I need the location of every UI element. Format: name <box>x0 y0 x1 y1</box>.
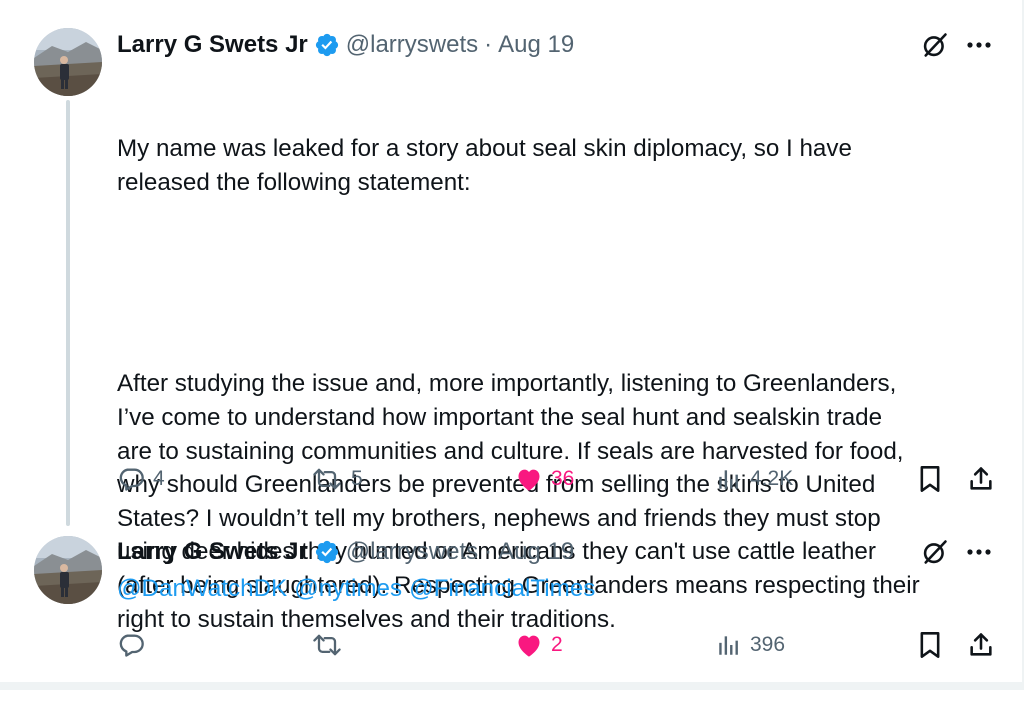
reply-button[interactable] <box>117 628 153 662</box>
tweet-header: Larry G Swets Jr @larryswets · Aug 19 <box>117 536 574 568</box>
views-button[interactable]: 4.2K <box>716 462 793 496</box>
views-icon <box>719 636 738 655</box>
verified-badge-icon[interactable] <box>314 32 340 58</box>
heart-icon <box>518 469 540 491</box>
repost-button[interactable]: 5 <box>311 462 363 496</box>
views-count: 4.2K <box>750 467 794 490</box>
like-count: 36 <box>551 467 575 490</box>
bookmark-icon[interactable] <box>917 462 943 496</box>
tweet-header: Larry G Swets Jr @larryswets · Aug 19 <box>117 29 574 61</box>
mention-link[interactable]: @nytimes <box>294 575 402 602</box>
author-handle[interactable]: @larryswets <box>346 31 478 59</box>
more-icon[interactable] <box>962 537 996 567</box>
repost-icon <box>313 468 341 490</box>
views-count: 396 <box>750 633 786 656</box>
avatar-photo <box>34 28 102 96</box>
repost-icon <box>313 634 341 656</box>
mention-link[interactable]: @DanWatchDK <box>117 575 287 602</box>
reply-button[interactable]: 4 <box>117 462 165 496</box>
heart-icon <box>518 635 540 657</box>
tweet-paragraph: My name was leaked for a story about sea… <box>117 135 852 196</box>
avatar[interactable] <box>34 28 102 96</box>
author-handle[interactable]: @larryswets <box>346 538 478 566</box>
tweet-date[interactable]: Aug 19 <box>498 31 574 59</box>
bookmark-icon[interactable] <box>917 628 943 662</box>
tweet-1[interactable]: Larry G Swets Jr @larryswets · Aug 19 My… <box>0 0 1020 633</box>
header-separator: · <box>484 31 493 58</box>
reply-count: 4 <box>153 467 165 490</box>
share-icon[interactable] <box>967 462 995 496</box>
paragraph-spacer <box>117 267 1007 301</box>
reply-icon <box>119 468 144 491</box>
like-count: 2 <box>551 633 563 656</box>
more-icon[interactable] <box>962 30 996 60</box>
tweet-mentions: @DanWatchDK @nytimes @FinancialTimes <box>117 572 595 605</box>
repost-button[interactable] <box>311 628 351 662</box>
header-separator: · <box>484 538 493 565</box>
avatar[interactable] <box>34 536 102 604</box>
views-button[interactable]: 396 <box>716 628 785 662</box>
mention-link[interactable]: @FinancialTimes <box>409 575 595 602</box>
grok-icon[interactable] <box>920 30 950 60</box>
author-name[interactable]: Larry G Swets Jr <box>117 31 308 59</box>
share-icon[interactable] <box>967 628 995 662</box>
avatar-photo <box>34 536 102 604</box>
views-icon <box>719 470 738 489</box>
grok-icon[interactable] <box>920 537 950 567</box>
tweet-2[interactable]: Larry G Swets Jr @larryswets · Aug 19 @D… <box>0 530 1020 682</box>
reply-icon <box>119 634 144 657</box>
author-name[interactable]: Larry G Swets Jr <box>117 538 308 566</box>
like-button[interactable]: 2 <box>515 628 563 662</box>
like-button[interactable]: 36 <box>515 462 574 496</box>
tweet-date[interactable]: Aug 19 <box>498 538 574 566</box>
repost-count: 5 <box>351 467 363 490</box>
verified-badge-icon[interactable] <box>314 539 340 565</box>
